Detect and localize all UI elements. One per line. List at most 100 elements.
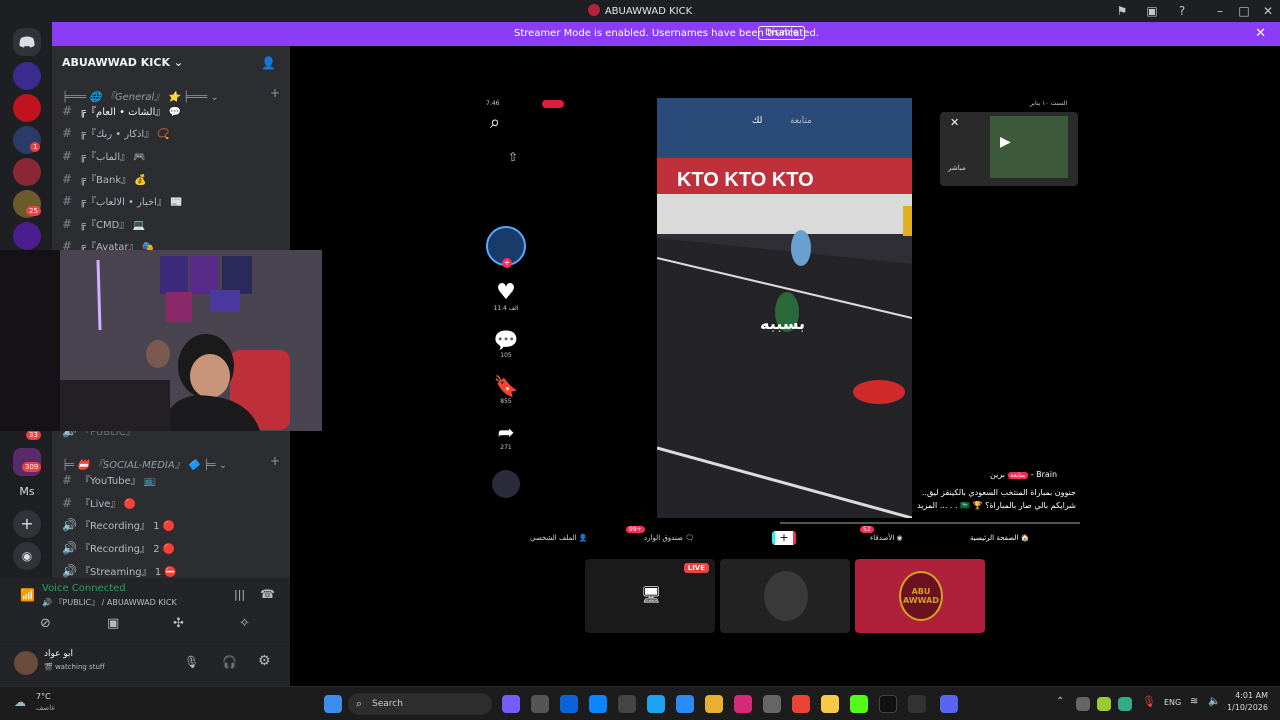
wifi-icon[interactable]: ≋ — [1190, 696, 1198, 707]
noise-suppression-icon[interactable]: ||| — [234, 588, 245, 601]
server-icon-1[interactable] — [13, 62, 41, 90]
volume-icon[interactable]: 🔈 — [1208, 696, 1220, 707]
tab-for-you[interactable]: لك — [752, 116, 762, 126]
channel-item[interactable]: # 『Live』 🔴 — [62, 494, 136, 512]
nav-profile[interactable]: الملف الشخصي 👤 — [530, 534, 588, 542]
comment-button[interactable]: 💬 105 — [490, 328, 522, 359]
discord-taskbar-icon[interactable] — [940, 695, 958, 713]
stream-tile-user[interactable] — [720, 559, 850, 633]
category-general[interactable]: ╞═══ 🌐 『General』 ⭐ ╞═══ ⌄ — [62, 88, 219, 103]
pip-window[interactable]: ✕ ▶ مباشر — [940, 112, 1078, 186]
nav-home[interactable]: الصفحة الرئيسية 🏠 — [970, 534, 1029, 542]
channel-item[interactable]: # ╔『CMD』 💻 — [62, 215, 145, 233]
add-channel-icon[interactable]: + — [270, 86, 280, 100]
copilot-icon[interactable] — [502, 695, 520, 713]
video-author[interactable]: متابعة برين - Brain — [990, 470, 1057, 479]
monitor-icon[interactable]: ▣ — [1144, 3, 1160, 19]
activities-icon[interactable]: ✣ — [173, 616, 184, 631]
mic-icon[interactable]: 🎙 — [184, 655, 199, 669]
store-icon[interactable] — [531, 695, 549, 713]
up-arrow-icon[interactable]: ⇧ — [508, 150, 518, 164]
clock-date[interactable]: 1/10/2026 — [1226, 703, 1268, 712]
close-banner-icon[interactable]: ✕ — [1255, 26, 1266, 41]
nav-inbox[interactable]: صندوق الوارد 🗨 — [644, 534, 694, 542]
voice-status[interactable]: Voice Connected — [42, 583, 126, 594]
tray-icon-3[interactable] — [1118, 697, 1132, 711]
save-button[interactable]: 🔖 855 — [490, 374, 522, 405]
start-button[interactable] — [324, 695, 342, 713]
channel-item[interactable]: # ╔『الماب』 🎮 — [62, 147, 146, 165]
weather-icon[interactable]: ☁ — [14, 695, 26, 709]
weather-temp[interactable]: 7°C — [36, 692, 51, 701]
channel-item[interactable]: # 『YouTube』 📺 — [62, 471, 156, 489]
file-explorer-icon[interactable] — [705, 695, 723, 713]
tray-icon-1[interactable] — [1076, 697, 1090, 711]
disable-button[interactable]: Disable — [758, 26, 806, 40]
category-social[interactable]: ╞═ 📛 『SOCIAL-MEDIA』 🔷 ╞═ ⌄ — [62, 456, 227, 471]
add-channel-icon[interactable]: + — [270, 454, 280, 468]
screen-share-icon[interactable]: ▣ — [107, 616, 119, 631]
chatgpt-icon[interactable] — [618, 695, 636, 713]
discord-home-icon[interactable] — [13, 28, 41, 56]
edge-icon[interactable] — [647, 695, 665, 713]
follow-tag[interactable]: متابعة — [1007, 472, 1029, 479]
stream-tile-logo[interactable]: ABU AWWAD — [855, 559, 985, 633]
channel-item[interactable]: # ╔『اذكار • ربك』 📿 — [62, 124, 170, 142]
clock-time[interactable]: 4:01 AM — [1230, 691, 1268, 700]
avatar[interactable] — [14, 651, 38, 675]
outlook-icon[interactable] — [560, 695, 578, 713]
channel-item[interactable]: # ╔『الشات • العام』 💬 — [62, 102, 181, 120]
invite-icon[interactable]: 👤 — [261, 56, 276, 70]
language-indicator[interactable]: ENG — [1164, 698, 1181, 707]
tab-following[interactable]: متابعة — [790, 116, 812, 126]
server-icon-5[interactable] — [13, 222, 41, 250]
add-server-icon[interactable]: + — [13, 510, 41, 538]
follow-plus-icon[interactable]: + — [502, 258, 512, 268]
tray-mic-icon[interactable]: 🎙 — [1142, 695, 1156, 708]
instagram-icon[interactable] — [734, 695, 752, 713]
voice-channel[interactable]: 🔊 『Recording』 1 🔴 — [62, 516, 175, 534]
stream-tile-screen[interactable]: 🖥 LIVE — [585, 559, 715, 633]
channel-item[interactable]: # ╔『Bank』 💰 — [62, 170, 147, 188]
video-player[interactable]: KTO KTO KTO — [657, 98, 912, 518]
tray-icon-2[interactable] — [1097, 697, 1111, 711]
create-post-button[interactable]: + — [772, 531, 796, 545]
camera-off-icon[interactable]: ⊘ — [40, 616, 51, 631]
tray-chevron-icon[interactable]: ⌃ — [1056, 696, 1064, 707]
server-icon-2[interactable] — [13, 94, 41, 122]
video-description[interactable]: جنوون بمباراة المنتخب السعودي بالكينقز ل… — [896, 486, 1076, 512]
help-icon[interactable]: ? — [1174, 3, 1190, 19]
channel-item[interactable]: # ╔『اخبار • الالعاب』 📰 — [62, 192, 183, 210]
camera-app-icon[interactable] — [763, 695, 781, 713]
like-button[interactable]: ♥ 11.4 الف — [490, 280, 522, 312]
soundboard-icon[interactable]: ✧ — [239, 616, 250, 631]
pip-play-icon[interactable]: ▶ — [1000, 134, 1011, 150]
voice-channel-name[interactable]: 🔊 『PUBLIC』 / ABUAWWAD KICK — [42, 597, 177, 608]
messenger-icon[interactable] — [589, 695, 607, 713]
disconnect-icon[interactable]: ☎ — [260, 587, 275, 601]
close-window-icon[interactable]: ✕ — [1260, 3, 1276, 19]
share-button[interactable]: ➦ 271 — [490, 420, 522, 451]
kick-icon[interactable] — [850, 695, 868, 713]
server-name[interactable]: ABUAWWAD KICK ⌄ — [62, 56, 183, 69]
video-progress-bar[interactable] — [780, 522, 1080, 524]
server-ms[interactable]: Ms — [13, 478, 41, 506]
settings-gear-icon[interactable]: ⚙ — [258, 653, 271, 669]
headphones-icon[interactable]: 🎧 — [222, 655, 237, 669]
nav-friends[interactable]: الأصدقاء ◉ — [870, 534, 903, 542]
search-icon[interactable]: ⌕ — [490, 112, 500, 133]
notes-icon[interactable] — [821, 695, 839, 713]
maximize-icon[interactable]: □ — [1236, 3, 1252, 19]
pip-close-icon[interactable]: ✕ — [950, 116, 959, 129]
chrome-icon[interactable] — [792, 695, 810, 713]
minimize-icon[interactable]: – — [1212, 3, 1228, 19]
voice-channel[interactable]: 🔊 『Recording』 2 🔴 — [62, 539, 175, 557]
obs-icon[interactable] — [908, 695, 926, 713]
app-icon-f[interactable] — [676, 695, 694, 713]
search-box[interactable]: ⌕ Search — [348, 693, 492, 715]
inbox-icon[interactable]: ⚑ — [1114, 3, 1130, 19]
explore-icon[interactable]: ◉ — [13, 542, 41, 570]
sound-disc-icon[interactable] — [492, 470, 520, 498]
server-icon-active[interactable] — [13, 158, 41, 186]
tiktok-icon[interactable] — [879, 695, 897, 713]
